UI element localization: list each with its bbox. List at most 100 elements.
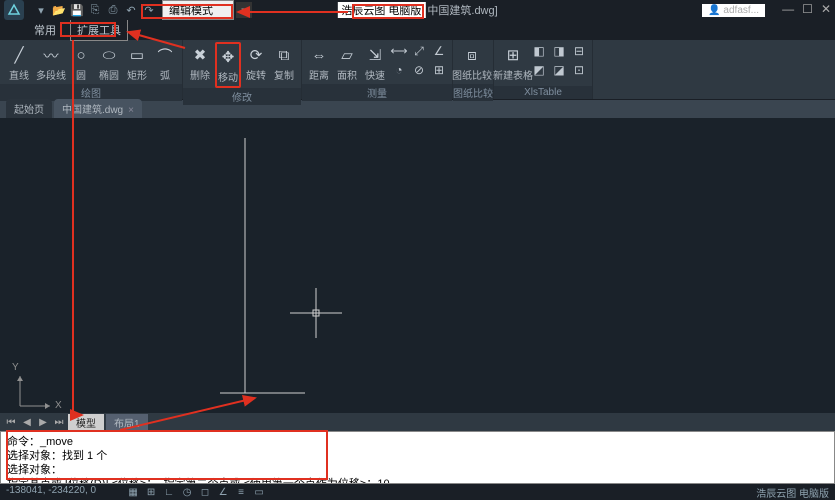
command-window[interactable]: 命令：_move 选择对象：找到 1 个 选择对象： 指定基点或 [位移(D)]…: [0, 431, 835, 484]
tool-quick[interactable]: ⇲快速: [362, 42, 388, 84]
brand-badge: 浩辰云图 电脑版: [337, 2, 425, 18]
tool-ellipse[interactable]: ⬭椭圆: [96, 42, 122, 84]
grid-toggle-icon[interactable]: ⊞: [144, 485, 158, 499]
polyline-icon: 〰: [40, 44, 62, 66]
quick-access-toolbar: ▾ 📂 💾 ⎘ ⎙ ↶ ↷: [34, 3, 156, 17]
panel-modify: ✖删除 ✥移动 ⟳旋转 ⧉复制 修改: [183, 40, 302, 99]
tbl-c-icon[interactable]: ⊟: [570, 42, 588, 60]
tbl-b-icon[interactable]: ◨: [550, 42, 568, 60]
otrack-toggle-icon[interactable]: ∠: [216, 485, 230, 499]
ellipse-icon: ⬭: [98, 44, 120, 66]
tool-area[interactable]: ▱面积: [334, 42, 360, 84]
search-dropdown-button[interactable]: ▾: [236, 2, 252, 18]
qat-save-icon[interactable]: 💾: [70, 3, 84, 17]
panel-table-label: XlsTable: [494, 86, 592, 99]
tool-newtable[interactable]: ⊞新建表格: [498, 42, 528, 84]
tool-line[interactable]: ╱直线: [4, 42, 34, 84]
tab-prev-icon[interactable]: ◀: [20, 415, 34, 429]
tool-arc[interactable]: ⌒弧: [152, 42, 178, 84]
layout1-tab[interactable]: 布局1: [106, 414, 148, 431]
osnap-toggle-icon[interactable]: ◻: [198, 485, 212, 499]
app-logo[interactable]: [4, 0, 24, 20]
panel-measure-label: 测量: [302, 84, 452, 101]
snap-toggle-icon[interactable]: ▦: [126, 485, 140, 499]
drawing-canvas[interactable]: X Y: [0, 118, 835, 413]
dim-linear-icon[interactable]: ⟷: [390, 42, 408, 60]
title-text: 浩辰云图 电脑版 中国建筑.dwg]: [337, 2, 497, 18]
dim-aligned-icon[interactable]: ⤢: [410, 42, 428, 60]
ribbon: ╱直线 〰多段线 ○圆 ⬭椭圆 ▭矩形 ⌒弧 绘图 ✖删除 ✥移动 ⟳旋转 ⧉复…: [0, 40, 835, 100]
tool-copy[interactable]: ⧉复制: [271, 42, 297, 84]
tool-circle[interactable]: ○圆: [68, 42, 94, 84]
dim-ord-icon[interactable]: ⊞: [430, 61, 448, 79]
qat-saveas-icon[interactable]: ⎘: [88, 3, 102, 17]
circle-icon: ○: [70, 44, 92, 66]
document-tabs: 起始页 中国建筑.dwg×: [0, 100, 835, 118]
title-bar: ▾ 📂 💾 ⎘ ⎙ ↶ ↷ 编辑模式 ▾ 浩辰云图 电脑版 中国建筑.dwg] …: [0, 0, 835, 20]
panel-compare-label: 图纸比较: [453, 84, 493, 101]
doc-tab-start[interactable]: 起始页: [6, 99, 52, 118]
user-label: adfasf...: [723, 5, 759, 16]
tool-rect[interactable]: ▭矩形: [124, 42, 150, 84]
tab-last-icon[interactable]: ⏭: [52, 415, 66, 429]
rotate-icon: ⟳: [245, 44, 267, 66]
tab-next-icon[interactable]: ▶: [36, 415, 50, 429]
search-mode-box[interactable]: 编辑模式: [162, 0, 234, 20]
tool-move[interactable]: ✥移动: [215, 42, 241, 88]
panel-table: ⊞新建表格 ◧◨⊟ ◩◪⊡ XlsTable: [494, 40, 593, 99]
close-tab-icon[interactable]: ×: [128, 105, 134, 116]
copy-icon: ⧉: [273, 44, 295, 66]
dim-diameter-icon[interactable]: ⊘: [410, 61, 428, 79]
qat-print-icon[interactable]: ⎙: [106, 3, 120, 17]
rect-icon: ▭: [126, 44, 148, 66]
polar-toggle-icon[interactable]: ◷: [180, 485, 194, 499]
dim-radius-icon[interactable]: ◔: [390, 61, 408, 79]
tbl-f-icon[interactable]: ⊡: [570, 61, 588, 79]
lweight-toggle-icon[interactable]: ≡: [234, 485, 248, 499]
tbl-d-icon[interactable]: ◩: [530, 61, 548, 79]
line-icon: ╱: [8, 44, 30, 66]
area-icon: ▱: [336, 44, 358, 66]
tool-dwgcompare[interactable]: ⧈图纸比较: [457, 42, 487, 84]
measure-grid: ⟷⤢∠ ◔⊘⊞: [390, 42, 448, 79]
tbl-e-icon[interactable]: ◪: [550, 61, 568, 79]
model-toggle-icon[interactable]: ▭: [252, 485, 266, 499]
qat-open-icon[interactable]: 📂: [52, 3, 66, 17]
tool-distance[interactable]: ⇔距离: [306, 42, 332, 84]
tab-common[interactable]: 常用: [28, 20, 62, 40]
distance-icon: ⇔: [308, 44, 330, 66]
user-login-box[interactable]: 👤 adfasf...: [702, 4, 765, 17]
arc-icon: ⌒: [154, 44, 176, 66]
maximize-button[interactable]: ☐: [802, 2, 813, 16]
close-button[interactable]: ✕: [821, 2, 831, 16]
coordinates: -138041, -234220, 0: [6, 485, 96, 499]
qat-undo-icon[interactable]: ↶: [124, 3, 138, 17]
minimize-button[interactable]: —: [782, 2, 794, 16]
qat-new-icon[interactable]: ▾: [34, 3, 48, 17]
axis-y-label: Y: [12, 362, 19, 373]
quick-icon: ⇲: [364, 44, 386, 66]
dim-angular-icon[interactable]: ∠: [430, 42, 448, 60]
dwgcompare-icon: ⧈: [461, 44, 483, 66]
window-controls: — ☐ ✕: [782, 2, 831, 16]
tbl-a-icon[interactable]: ◧: [530, 42, 548, 60]
layout-tabs: ⏮ ◀ ▶ ⏭ 模型 布局1: [0, 413, 835, 431]
qat-redo-icon[interactable]: ↷: [142, 3, 156, 17]
panel-compare: ⧈图纸比较 图纸比较: [453, 40, 494, 99]
ortho-toggle-icon[interactable]: ∟: [162, 485, 176, 499]
tab-first-icon[interactable]: ⏮: [4, 415, 18, 429]
table-grid: ◧◨⊟ ◩◪⊡: [530, 42, 588, 79]
tool-erase[interactable]: ✖删除: [187, 42, 213, 84]
model-tab[interactable]: 模型: [68, 414, 104, 431]
tool-rotate[interactable]: ⟳旋转: [243, 42, 269, 84]
erase-icon: ✖: [189, 44, 211, 66]
panel-modify-label: 修改: [183, 88, 301, 105]
doc-tab-file1[interactable]: 中国建筑.dwg×: [54, 99, 142, 118]
tool-polyline[interactable]: 〰多段线: [36, 42, 66, 84]
user-icon: 👤: [708, 5, 720, 16]
file-name: 中国建筑.dwg]: [427, 2, 497, 18]
move-icon: ✥: [217, 46, 239, 68]
status-toggles: ▦ ⊞ ∟ ◷ ◻ ∠ ≡ ▭: [126, 485, 266, 499]
tab-extension-tools[interactable]: 扩展工具: [70, 19, 128, 41]
panel-measure: ⇔距离 ▱面积 ⇲快速 ⟷⤢∠ ◔⊘⊞ 测量: [302, 40, 453, 99]
